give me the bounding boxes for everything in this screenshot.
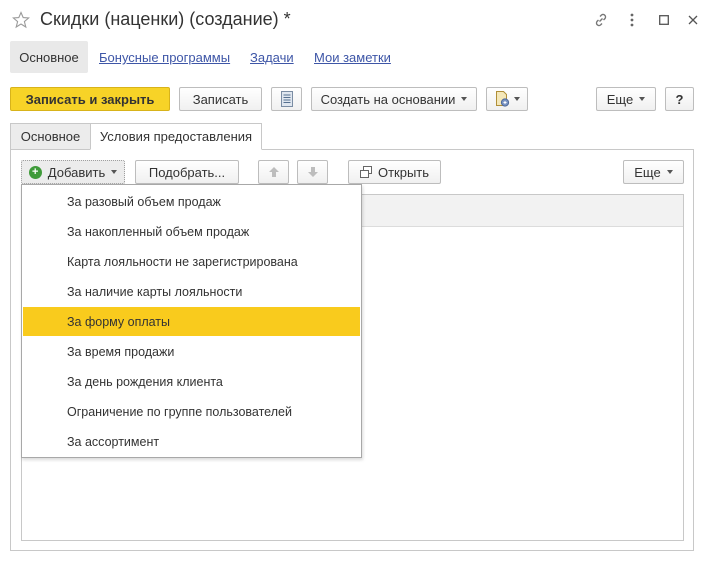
nav-item-main[interactable]: Основное: [10, 41, 88, 73]
document-list-icon: [280, 91, 293, 107]
report-list-button[interactable]: [271, 87, 302, 111]
menu-item-accumulated-sales-volume[interactable]: За накопленный объем продаж: [23, 217, 360, 246]
create-based-on-label: Создать на основании: [320, 91, 456, 107]
chevron-down-icon: [639, 97, 646, 101]
move-down-button[interactable]: [297, 160, 328, 184]
print-menu-button[interactable]: [486, 87, 528, 111]
menu-item-sale-time[interactable]: За время продажи: [23, 337, 360, 366]
tab-conditions[interactable]: Условия предоставления: [90, 123, 262, 150]
menu-item-assortment[interactable]: За ассортимент: [23, 427, 360, 456]
pick-button[interactable]: Подобрать...: [135, 160, 239, 184]
chevron-down-icon: [514, 97, 520, 101]
chevron-down-icon: [461, 97, 468, 101]
nav-item-bonus-programs[interactable]: Бонусные программы: [99, 50, 230, 65]
nav-item-tasks[interactable]: Задачи: [250, 50, 294, 65]
menu-item-loyalty-card-present[interactable]: За наличие карты лояльности: [23, 277, 360, 306]
save-button[interactable]: Записать: [179, 87, 262, 111]
open-label: Открыть: [377, 164, 430, 180]
add-plus-icon: +: [28, 165, 42, 179]
chevron-down-icon: [666, 170, 673, 174]
page-title: Скидки (наценки) (создание) *: [40, 9, 291, 29]
menu-item-client-birthday[interactable]: За день рождения клиента: [23, 367, 360, 396]
chevron-down-icon: [111, 170, 118, 174]
add-label: Добавить: [47, 164, 106, 180]
menu-item-single-sales-volume[interactable]: За разовый объем продаж: [23, 187, 360, 216]
create-based-on-button[interactable]: Создать на основании: [311, 87, 477, 111]
close-icon[interactable]: [682, 10, 704, 30]
open-button[interactable]: Открыть: [348, 160, 441, 184]
link-icon[interactable]: [590, 10, 612, 30]
menu-item-user-group-restriction[interactable]: Ограничение по группе пользователей: [23, 397, 360, 426]
menu-item-loyalty-card-not-registered[interactable]: Карта лояльности не зарегистрирована: [23, 247, 360, 276]
open-window-icon: [359, 166, 372, 178]
arrow-up-icon: [268, 167, 279, 177]
table-more-button[interactable]: Еще: [623, 160, 684, 184]
more-menu-icon[interactable]: [621, 10, 643, 30]
help-button[interactable]: ?: [665, 87, 694, 111]
arrow-down-icon: [307, 167, 318, 177]
move-up-button[interactable]: [258, 160, 289, 184]
menu-item-payment-form[interactable]: За форму оплаты: [23, 307, 360, 336]
add-dropdown-menu: За разовый объем продаж За накопленный о…: [21, 184, 362, 458]
more-label: Еще: [606, 91, 634, 107]
save-and-close-button[interactable]: Записать и закрыть: [10, 87, 170, 111]
favorite-star-icon[interactable]: [12, 11, 30, 29]
nav-item-notes[interactable]: Мои заметки: [314, 50, 391, 65]
table-more-label: Еще: [634, 164, 661, 180]
document-print-icon: [496, 91, 510, 107]
tab-main[interactable]: Основное: [10, 123, 91, 150]
maximize-icon[interactable]: [653, 10, 675, 30]
more-button[interactable]: Еще: [596, 87, 656, 111]
add-button[interactable]: + Добавить: [21, 160, 125, 184]
